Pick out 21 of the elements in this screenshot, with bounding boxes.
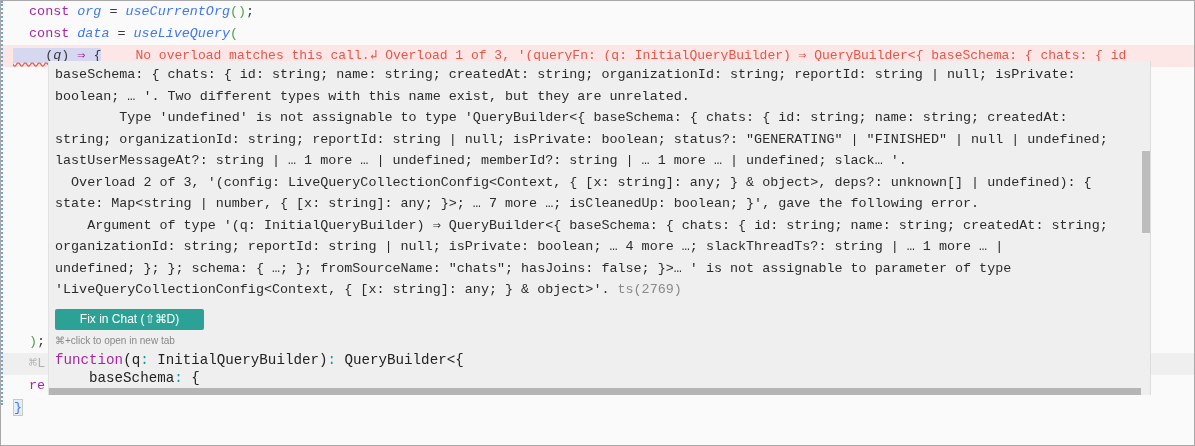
- error-text: lastUserMessageAt?: string | … 1 more … | undefined; memberId?: string | … 1 more … | undefined; slack… '.: [55, 152, 908, 170]
- fix-button[interactable]: Fix in Chat (⇧⌘D): [55, 308, 204, 330]
- error-text: Overload 2 of 3, '(config: LiveQueryCollectionConfig<Context, { [x: string]: any; } & object>, deps?: unknown[] | undefined): {: [70, 173, 1093, 192]
- hint-text: ⌘+click to open in new tab: [55, 334, 176, 347]
- error-text: string; organizationId: string; reportId: string | null; isPrivate: boolean; status?: "GENERATING" | "FINISHED" | null | undefined;: [55, 130, 1109, 149]
- error-text: baseSchema: { chats: { id: string; name: string; createdAt: string; organizationId: string; reportId: string | null; isPrivate:: [55, 66, 1077, 84]
- error-text: undefined; }; }; schema: { …; }; fromSourceName: "chats"; hasJoins: false; }>… ' is not assignable to parameter of type: [55, 259, 1013, 278]
- code-line: );: [28, 334, 46, 349]
- code-line: function(q: InitialQueryBuilder): QueryBuilder<{: [55, 350, 465, 369]
- error-code: ts(2769): [617, 282, 682, 297]
- code-line: const data = useLiveQuery(: [28, 26, 239, 41]
- error-text: state: Map<string | number, { [x: string]: any; }>; … 7 more …; isCleanedUp: boolean; }', gave the following error.: [55, 195, 981, 213]
- error-text: 'LiveQueryCollectionConfig<Context, { [x: string]: any; } & object>'.: [55, 282, 611, 297]
- error-text: organizationId: string; reportId: string | null; isPrivate: boolean; … 4 more …; slackThreadTs?: string | … 1 more … |: [55, 238, 1005, 256]
- error-text: Argument of type '(q: InitialQueryBuilder) ⇒ QueryBuilder<{ baseSchema: { chats: { id: string; name: string; createdAt: string;: [86, 216, 1109, 235]
- code-line: const org = useCurrentOrg();: [28, 4, 255, 19]
- code-line: baseSchema: {: [88, 368, 201, 387]
- error-text: boolean; … '. Two different types with this name exist, but they are unrelated.: [55, 87, 691, 106]
- code-line: re: [28, 378, 46, 393]
- error-text: Type 'undefined' is not assignable to type 'QueryBuilder<{ baseSchema: { chats: { id: string; name: string; createdAt:: [118, 109, 1069, 127]
- code-line: ⌘L: [28, 356, 46, 371]
